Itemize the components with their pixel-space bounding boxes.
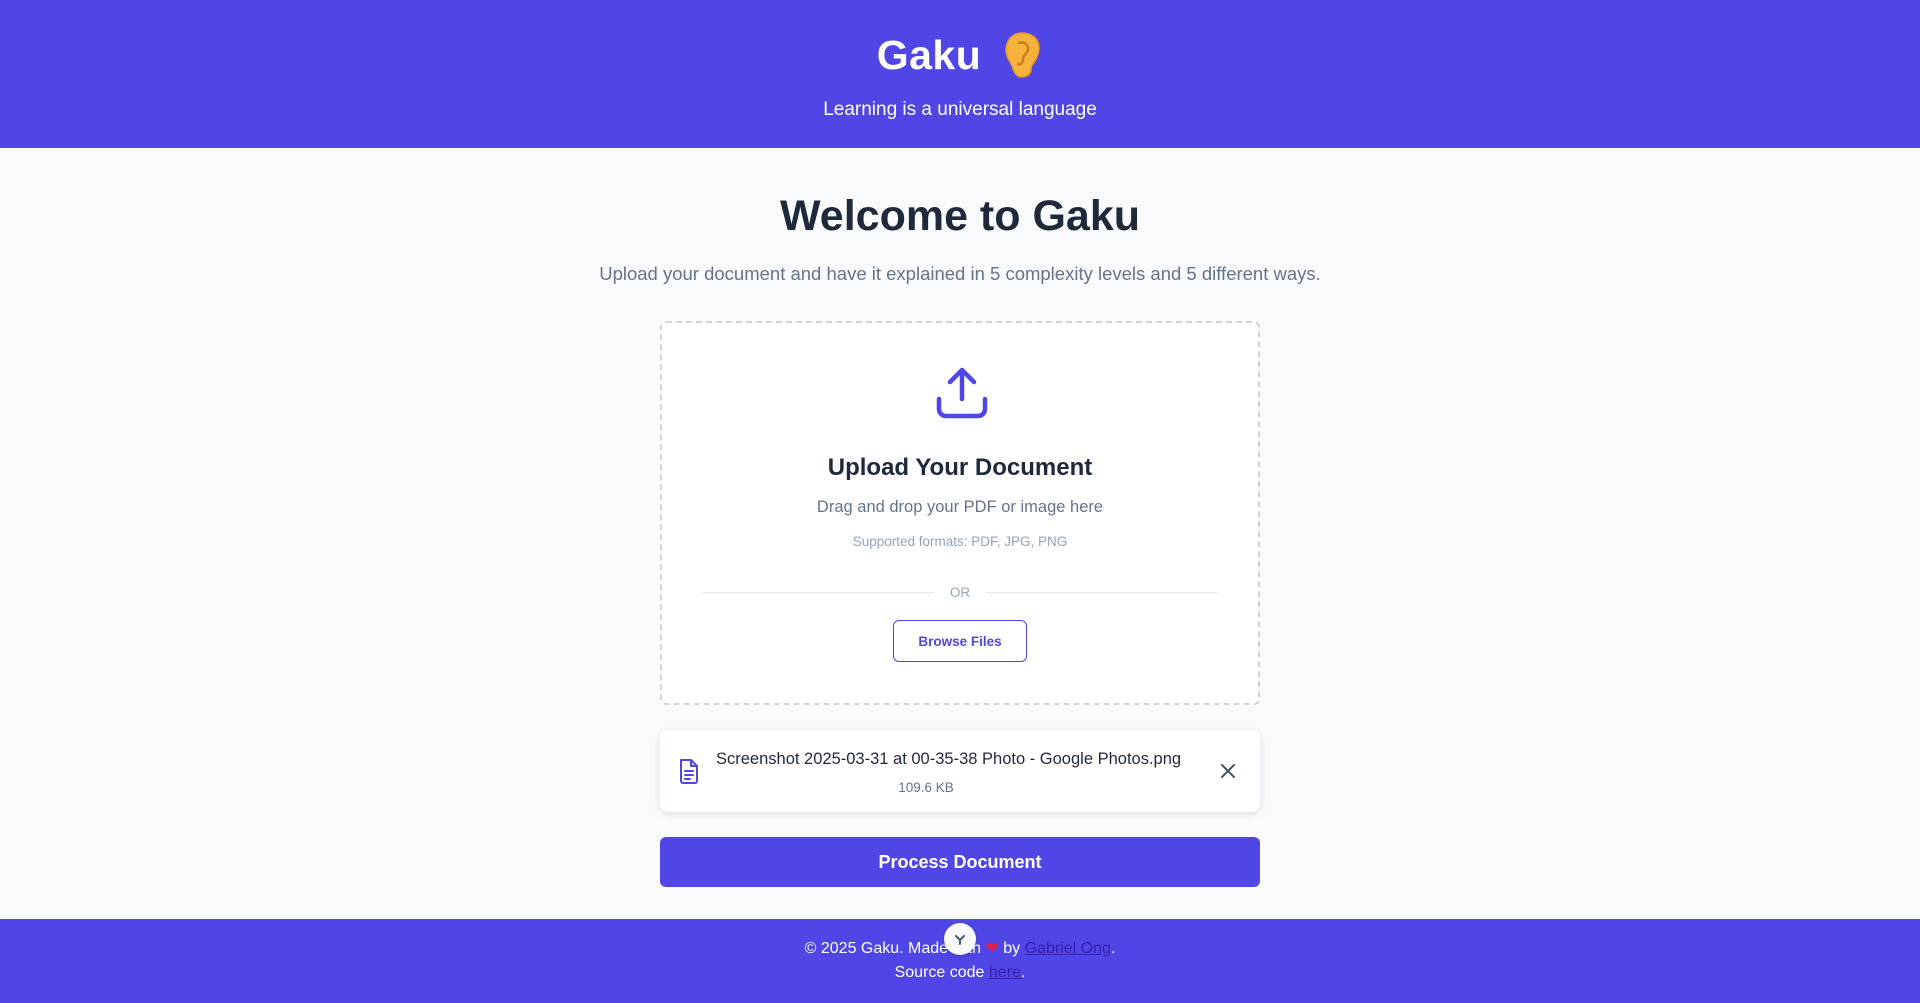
author-link[interactable]: Gabriel Ong — [1025, 940, 1111, 957]
page-title: Welcome to Gaku — [779, 192, 1141, 240]
upload-dropzone[interactable]: Upload Your Document Drag and drop your … — [660, 321, 1260, 705]
file-size: 109.6 KB — [898, 780, 954, 795]
by-text: by — [1003, 940, 1021, 957]
selected-file-card: Screenshot 2025-03-31 at 00-35-38 Photo … — [660, 730, 1260, 812]
floating-chevron-button[interactable] — [944, 923, 976, 955]
footer-source: Source code here. — [0, 964, 1920, 982]
divider-line-left — [702, 591, 934, 593]
close-icon[interactable] — [1217, 760, 1239, 782]
browse-files-button[interactable]: Browse Files — [893, 620, 1027, 662]
or-divider: OR — [702, 582, 1218, 602]
source-text: Source code — [894, 964, 985, 981]
heart-icon: ❤ — [985, 940, 999, 957]
file-name: Screenshot 2025-03-31 at 00-35-38 Photo … — [716, 750, 1182, 768]
ear-icon — [1005, 32, 1041, 78]
app-header: Gaku Learning is a universal language — [0, 0, 1920, 148]
app-footer: © 2025 Gaku. Made with ❤ by Gabriel Ong.… — [0, 919, 1920, 1003]
supported-formats: Supported formats: PDF, JPG, PNG — [852, 534, 1068, 549]
title-row: Gaku — [0, 30, 1920, 80]
document-icon — [680, 759, 698, 784]
divider-line-right — [986, 591, 1218, 593]
dropzone-title: Upload Your Document — [827, 454, 1093, 481]
chevron-down-icon — [955, 935, 965, 945]
dropzone-instructions: Drag and drop your PDF or image here — [816, 498, 1104, 516]
period: . — [1020, 964, 1026, 981]
process-document-button[interactable]: Process Document — [660, 837, 1260, 887]
period: . — [1110, 940, 1116, 957]
upload-icon — [936, 367, 988, 419]
source-link[interactable]: here — [989, 964, 1021, 981]
page-subtitle: Upload your document and have it explain… — [599, 263, 1321, 284]
app-title: Gaku — [876, 31, 982, 78]
tagline: Learning is a universal language — [823, 99, 1097, 120]
divider-text: OR — [949, 584, 971, 600]
